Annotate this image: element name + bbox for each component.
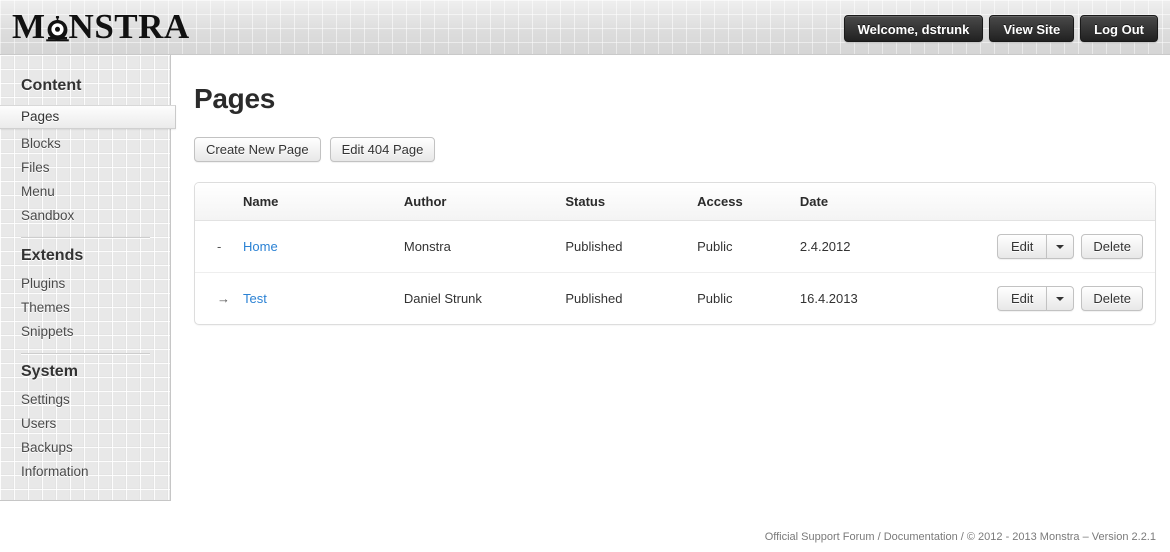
column-header-author: Author	[403, 183, 566, 221]
sidebar-heading-content: Content	[21, 77, 82, 94]
cell-status: Published	[565, 291, 623, 306]
support-forum-link[interactable]: Official Support Forum	[765, 531, 875, 543]
log-out-button[interactable]: Log Out	[1080, 15, 1158, 42]
sidebar-item-blocks[interactable]: Blocks	[0, 132, 170, 156]
column-header-actions	[997, 183, 1155, 221]
view-site-button[interactable]: View Site	[989, 15, 1075, 42]
cell-actions: Edit Delete	[997, 273, 1155, 325]
app-header: M NSTRA Welcome, dstrunk View Site Log Ou…	[0, 0, 1170, 55]
cell-access: Public	[697, 291, 733, 306]
cell-author: Monstra	[403, 220, 566, 273]
sidebar-item-settings[interactable]: Settings	[0, 388, 170, 412]
header-actions: Welcome, dstrunk View Site Log Out	[843, 15, 1158, 42]
chevron-down-icon	[1056, 244, 1065, 249]
delete-button[interactable]: Delete	[1081, 234, 1143, 259]
sidebar-item-themes[interactable]: Themes	[0, 296, 170, 320]
pages-table-body: - Home Monstra Published Public 2.4.2012 …	[195, 220, 1155, 325]
logo-text-after: NSTRA	[68, 7, 190, 46]
sidebar-item-menu[interactable]: Menu	[0, 180, 170, 204]
tree-arrow-icon: →	[217, 291, 230, 306]
sidebar-item-users[interactable]: Users	[0, 412, 170, 436]
documentation-link[interactable]: Documentation	[884, 531, 958, 543]
edit-button[interactable]: Edit	[997, 234, 1047, 259]
cell-name: → Test	[195, 273, 404, 325]
cell-name: - Home	[195, 220, 404, 273]
sidebar-item-files[interactable]: Files	[0, 156, 170, 180]
sidebar-item-plugins[interactable]: Plugins	[0, 272, 170, 296]
sidebar-divider-1	[21, 237, 150, 238]
edit-button[interactable]: Edit	[997, 286, 1047, 311]
sidebar-item-snippets[interactable]: Snippets	[0, 320, 170, 344]
sidebar-group-extends: Extends Plugins Themes Snippets	[0, 247, 170, 344]
cell-status: Published	[565, 220, 698, 273]
footer-copyright: © 2012 - 2013 Monstra – Version 2.2.1	[966, 531, 1156, 543]
page-title: Pages	[194, 83, 275, 114]
edit-dropdown-toggle[interactable]	[1046, 234, 1075, 259]
column-header-date: Date	[799, 183, 998, 221]
logo-wordmark: M NSTRA	[12, 7, 190, 46]
pages-table-head: Name Author Status Access Date	[195, 183, 1155, 221]
logo-monster-eye-icon	[45, 14, 70, 42]
column-header-status: Status	[565, 183, 698, 221]
cell-actions: Edit Delete	[997, 220, 1155, 273]
sidebar-item-sandbox[interactable]: Sandbox	[0, 204, 170, 228]
tree-prefix-icon: -	[217, 239, 222, 254]
sidebar-item-pages[interactable]: Pages	[0, 105, 176, 129]
sidebar-heading-extends: Extends	[21, 247, 84, 264]
table-row: - Home Monstra Published Public 2.4.2012 …	[195, 220, 1155, 273]
footer-separator-2: /	[957, 531, 967, 543]
edit-split-button: Edit	[997, 234, 1075, 259]
cell-date: 2.4.2012	[799, 220, 998, 273]
table-row: → Test Daniel Strunk Published Public 16.…	[195, 273, 1155, 325]
welcome-button[interactable]: Welcome, dstrunk	[843, 15, 984, 42]
sidebar-divider-2	[21, 353, 150, 354]
table-header-row: Name Author Status Access Date	[195, 183, 1155, 221]
sidebar-group-content: Content Pages Blocks Files Menu Sandbox	[0, 55, 176, 228]
cell-access: Public	[697, 220, 800, 273]
sidebar: Content Pages Blocks Files Menu Sandbox …	[0, 55, 176, 501]
pages-table-container: Name Author Status Access Date - Home Mon…	[194, 182, 1156, 325]
edit-404-page-button[interactable]: Edit 404 Page	[329, 137, 436, 162]
footer-separator-1: /	[874, 531, 884, 543]
edit-dropdown-toggle[interactable]	[1046, 286, 1075, 311]
pages-table: Name Author Status Access Date - Home Mon…	[195, 183, 1155, 324]
page-link-test[interactable]: Test	[243, 291, 267, 306]
column-header-name: Name	[195, 183, 404, 221]
edit-split-button: Edit	[997, 286, 1075, 311]
column-header-access: Access	[697, 183, 800, 221]
sidebar-item-backups[interactable]: Backups	[0, 436, 170, 460]
logo-text-before: M	[12, 7, 46, 46]
row-actions: Edit Delete	[997, 286, 1143, 311]
create-new-page-button[interactable]: Create New Page	[194, 137, 321, 162]
page-toolbar: Create New Page Edit 404 Page	[172, 115, 1170, 162]
sidebar-item-information[interactable]: Information	[0, 460, 170, 484]
cell-date: 16.4.2013	[799, 291, 858, 306]
main-content: Pages Create New Page Edit 404 Page Name…	[172, 56, 1170, 552]
sidebar-group-system: System Settings Users Backups Informatio…	[0, 363, 170, 484]
sidebar-heading-system: System	[21, 363, 78, 380]
page-footer: Official Support Forum / Documentation /…	[765, 531, 1156, 543]
row-actions: Edit Delete	[997, 234, 1143, 259]
monstra-logo[interactable]: M NSTRA	[12, 7, 190, 46]
cell-author: Daniel Strunk	[403, 291, 482, 306]
chevron-down-icon	[1056, 296, 1065, 301]
page-link-home[interactable]: Home	[243, 239, 278, 254]
delete-button[interactable]: Delete	[1081, 286, 1143, 311]
